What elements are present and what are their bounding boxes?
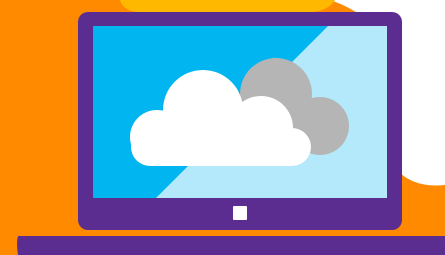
laptop-home-button-icon[interactable] [233,206,247,220]
yellow-background-arc [120,0,335,12]
laptop-base [17,236,445,255]
laptop-cloud-illustration [0,0,445,255]
illustration-canvas [0,0,445,255]
